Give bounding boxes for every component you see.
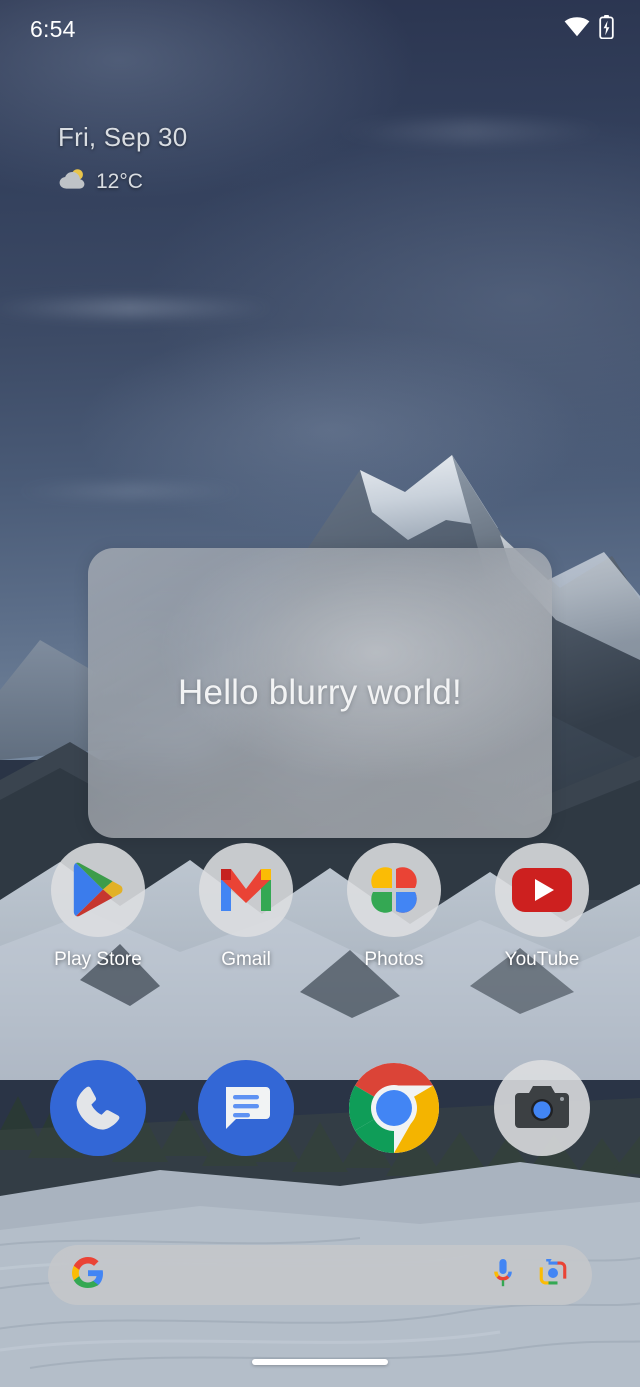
widget-date-text: Fri, Sep 30	[58, 122, 188, 152]
app-icon-gmail[interactable]: Gmail	[181, 843, 311, 971]
play-store-icon	[51, 843, 145, 937]
microphone-icon[interactable]	[490, 1258, 516, 1293]
dock-icon-phone[interactable]	[33, 1060, 163, 1156]
search-input[interactable]	[104, 1245, 490, 1305]
battery-charging-icon	[599, 14, 614, 44]
status-bar-icons	[564, 14, 614, 44]
messages-icon	[198, 1060, 294, 1156]
app-grid-row: Play Store Gmail Photos YouTube	[0, 843, 640, 971]
app-icon-photos[interactable]: Photos	[329, 843, 459, 971]
dock-icon-chrome[interactable]	[329, 1060, 459, 1156]
google-search-bar[interactable]	[48, 1245, 592, 1305]
chrome-icon	[346, 1060, 442, 1156]
phone-icon	[50, 1060, 146, 1156]
status-bar-clock: 6:54	[30, 15, 76, 42]
google-lens-icon[interactable]	[538, 1258, 568, 1292]
wifi-icon	[564, 16, 590, 42]
at-a-glance-widget[interactable]: Fri, Sep 30 12°C	[58, 122, 187, 196]
app-icon-youtube[interactable]: YouTube	[477, 843, 607, 971]
google-photos-icon	[347, 843, 441, 937]
camera-icon	[494, 1060, 590, 1156]
dock-icon-camera[interactable]	[477, 1060, 607, 1156]
google-g-icon	[72, 1256, 104, 1294]
search-actions	[490, 1258, 568, 1293]
gmail-icon	[199, 843, 293, 937]
app-icon-play-store[interactable]: Play Store	[33, 843, 163, 971]
status-bar: 6:54	[0, 0, 640, 58]
app-label: YouTube	[504, 949, 580, 970]
home-gesture-pill[interactable]	[252, 1359, 388, 1365]
youtube-icon	[495, 843, 589, 937]
widget-weather[interactable]: 12°C	[58, 167, 187, 196]
app-label: Play Store	[54, 949, 142, 970]
widget-temperature-text: 12°C	[96, 169, 143, 193]
dock-icon-messages[interactable]	[181, 1060, 311, 1156]
blur-overlay-panel[interactable]: Hello blurry world!	[88, 548, 552, 838]
app-label: Photos	[364, 949, 424, 970]
app-label: Gmail	[221, 949, 271, 970]
dock-row	[0, 1060, 640, 1156]
partly-cloudy-icon	[58, 167, 88, 196]
blur-panel-text: Hello blurry world!	[178, 673, 462, 712]
